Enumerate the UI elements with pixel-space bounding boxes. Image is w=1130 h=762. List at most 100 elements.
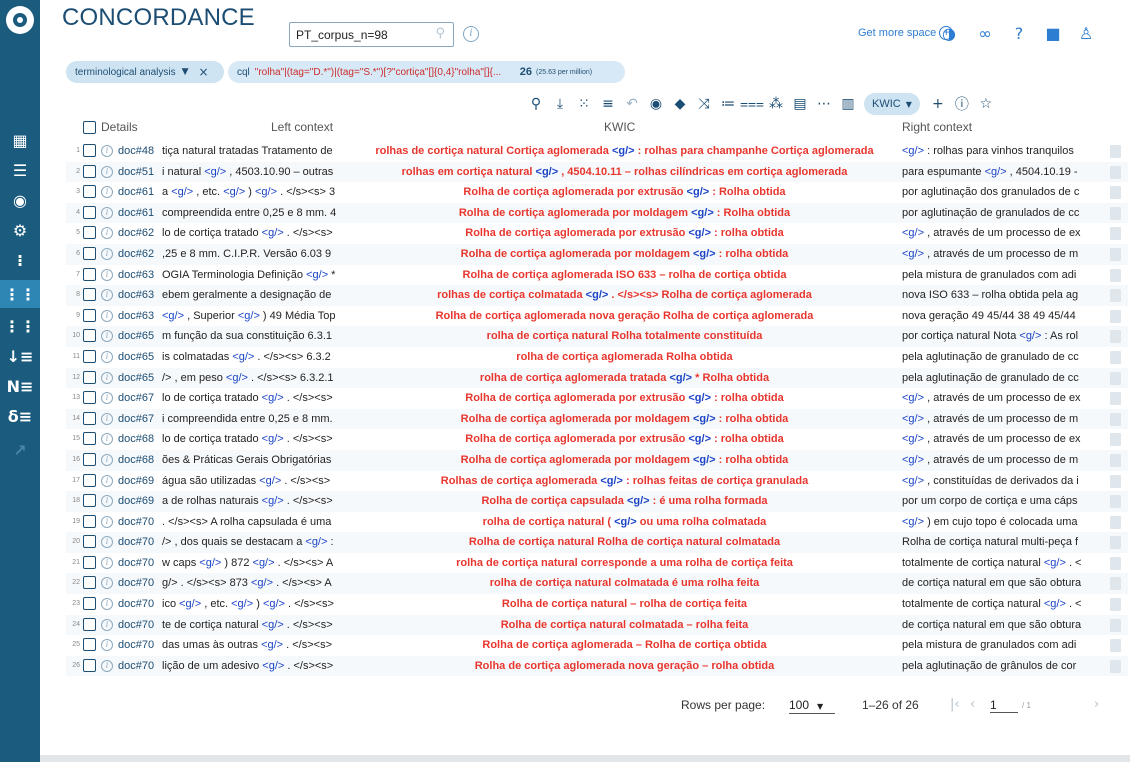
doc-id[interactable]: doc#70 — [118, 615, 162, 635]
doc-id[interactable]: doc#65 — [118, 368, 162, 388]
row-checkbox[interactable] — [83, 370, 96, 384]
copy-icon[interactable] — [1110, 165, 1121, 179]
kwic-match[interactable]: Rolha de cortiça natural – rolha de cort… — [353, 594, 896, 614]
row-checkbox[interactable] — [83, 267, 96, 281]
zoom-search-icon[interactable]: ⚲ — [524, 93, 548, 115]
bullet-list-icon[interactable]: ⁝ — [0, 246, 40, 274]
corpus-selector[interactable]: ⚲ — [289, 22, 454, 47]
table-row[interactable]: 16 i doc#68 ões & Práticas Gerais Obrigatór… — [66, 449, 1128, 471]
row-info-icon[interactable]: i — [101, 145, 113, 157]
row-checkbox[interactable] — [83, 473, 96, 487]
copy-icon[interactable] — [1110, 577, 1121, 591]
sketch-engine-logo[interactable] — [6, 6, 34, 34]
table-row[interactable]: 26 i doc#70 lição de um adesivo <g/> . </s>… — [66, 655, 1128, 677]
row-info-icon[interactable]: i — [101, 474, 113, 487]
row-info-icon[interactable]: i — [101, 289, 113, 302]
doc-id[interactable]: doc#70 — [118, 573, 162, 593]
copy-icon[interactable] — [1110, 268, 1121, 282]
trend-icon[interactable]: ↗ — [0, 436, 40, 464]
feedback-icon[interactable]: ■ — [1042, 22, 1064, 44]
copy-icon[interactable] — [1110, 536, 1121, 550]
table-row[interactable]: 9 i doc#63 <g/> , Superior <g/> ) 49 Média … — [66, 305, 1128, 327]
row-checkbox[interactable] — [83, 658, 96, 672]
row-info-icon[interactable]: i — [101, 556, 113, 569]
first-page-icon[interactable]: |‹ — [950, 697, 960, 712]
copy-icon[interactable] — [1110, 186, 1121, 200]
list-icon[interactable]: ☰ — [0, 156, 40, 184]
copy-icon[interactable] — [1110, 618, 1121, 632]
copy-icon[interactable] — [1110, 247, 1121, 261]
doc-id[interactable]: doc#70 — [118, 656, 162, 676]
doc-id[interactable]: doc#70 — [118, 532, 162, 552]
table-row[interactable]: 7 i doc#63 OGIA Terminologia Definição <g/>… — [66, 264, 1128, 286]
table-row[interactable]: 5 i doc#62 lo de cortiça tratado <g/> . </s… — [66, 223, 1128, 244]
table-row[interactable]: 21 i doc#70 w caps <g/> ) 872 <g/> . </s><s… — [66, 552, 1128, 574]
table-row[interactable]: 25 i doc#70 das umas às outras <g/> . </s><… — [66, 635, 1128, 656]
filter-lines-icon[interactable]: ⩶ — [740, 93, 764, 115]
visibility-icon[interactable]: ◉ — [644, 93, 668, 115]
kwic-match[interactable]: Rolha de cortiça aglomerada por moldagem… — [353, 244, 896, 264]
row-checkbox[interactable] — [83, 288, 96, 302]
copy-icon[interactable] — [1110, 350, 1121, 364]
copy-icon[interactable] — [1110, 639, 1121, 653]
sort-icon[interactable]: ≔ — [716, 93, 740, 115]
kwic-match[interactable]: Rolha de cortiça natural colmatada – rol… — [353, 615, 896, 635]
kwic-match[interactable]: rolhas em cortiça natural <g/> , 4504.10… — [353, 162, 896, 182]
row-checkbox[interactable] — [83, 246, 96, 260]
grid-icon[interactable]: ⋮⋮ — [0, 312, 40, 340]
doc-id[interactable]: doc#70 — [118, 635, 162, 655]
copy-icon[interactable] — [1110, 392, 1121, 406]
doc-id[interactable]: doc#69 — [118, 471, 162, 491]
search-icon[interactable]: ⚲ — [435, 26, 445, 41]
row-checkbox[interactable] — [83, 391, 96, 405]
kwic-match[interactable]: Rolha de cortiça aglomerada por moldagem… — [353, 409, 896, 429]
kwic-match[interactable]: Rolha de cortiça aglomerada por extrusão… — [353, 182, 896, 202]
row-checkbox[interactable] — [83, 638, 96, 652]
copy-icon[interactable] — [1110, 474, 1121, 488]
row-info-icon[interactable]: i — [101, 371, 113, 384]
row-checkbox[interactable] — [83, 576, 96, 590]
doc-id[interactable]: doc#65 — [118, 347, 162, 367]
keyword-icon[interactable]: δ≡ — [0, 402, 40, 430]
table-row[interactable]: 8 i doc#63 ebem geralmente a designação de r… — [66, 285, 1128, 306]
kwic-match[interactable]: Rolha de cortiça natural Rolha de cortiç… — [353, 532, 896, 552]
table-row[interactable]: 24 i doc#70 te de cortiça natural <g/> . </… — [66, 614, 1128, 636]
doc-id[interactable]: doc#70 — [118, 512, 162, 532]
row-checkbox[interactable] — [83, 226, 96, 240]
doc-id[interactable]: doc#63 — [118, 285, 162, 305]
table-row[interactable]: 10 i doc#65 m função da sua constituição 6.… — [66, 326, 1128, 347]
ngram-icon[interactable]: N≡ — [0, 372, 40, 400]
line-view-icon[interactable]: ≡ — [596, 93, 620, 115]
row-info-icon[interactable]: i — [101, 309, 113, 322]
kwic-match[interactable]: Rolha de cortiça aglomerada nova geração… — [353, 306, 896, 326]
doc-id[interactable]: doc#61 — [118, 182, 162, 202]
row-checkbox[interactable] — [83, 308, 96, 322]
copy-icon[interactable] — [1110, 556, 1121, 570]
kwic-match[interactable]: Rolha de cortiça aglomerada por extrusão… — [353, 223, 896, 243]
row-checkbox[interactable] — [83, 535, 96, 549]
row-checkbox[interactable] — [83, 432, 96, 446]
copy-icon[interactable] — [1110, 598, 1121, 612]
table-row[interactable]: 4 i doc#61 compreendida entre 0,25 e 8 mm. … — [66, 202, 1128, 224]
horizontal-scrollbar[interactable] — [40, 755, 1130, 762]
copy-icon[interactable] — [1110, 227, 1121, 241]
table-row[interactable]: 19 i doc#70. </s><s> A rolha capsulada é u… — [66, 511, 1128, 533]
row-info-icon[interactable]: i — [101, 618, 113, 631]
copy-icon[interactable] — [1110, 309, 1121, 323]
dashboard-icon[interactable]: ▦ — [0, 126, 40, 154]
row-checkbox[interactable] — [83, 144, 96, 157]
concordance-icon[interactable]: ⋮⋮ — [0, 280, 40, 308]
table-row[interactable]: 2 i doc#51 i natural <g/> , 4503.10.90 – ou… — [66, 161, 1128, 183]
row-info-icon[interactable]: i — [101, 433, 113, 446]
row-checkbox[interactable] — [83, 514, 96, 528]
row-checkbox[interactable] — [83, 349, 96, 363]
doc-id[interactable]: doc#65 — [118, 326, 162, 346]
details-header[interactable]: Details — [101, 120, 138, 134]
doc-id[interactable]: doc#68 — [118, 450, 162, 470]
download-icon[interactable]: ⤓ — [548, 93, 572, 115]
copy-icon[interactable] — [1110, 515, 1121, 529]
copy-icon[interactable] — [1110, 433, 1121, 447]
row-info-icon[interactable]: i — [101, 165, 113, 178]
regex-icon[interactable]: ⁂ — [764, 93, 788, 115]
table-row[interactable]: 11 i doc#65 is colmatadas <g/> . </s><s> 6.… — [66, 346, 1128, 368]
